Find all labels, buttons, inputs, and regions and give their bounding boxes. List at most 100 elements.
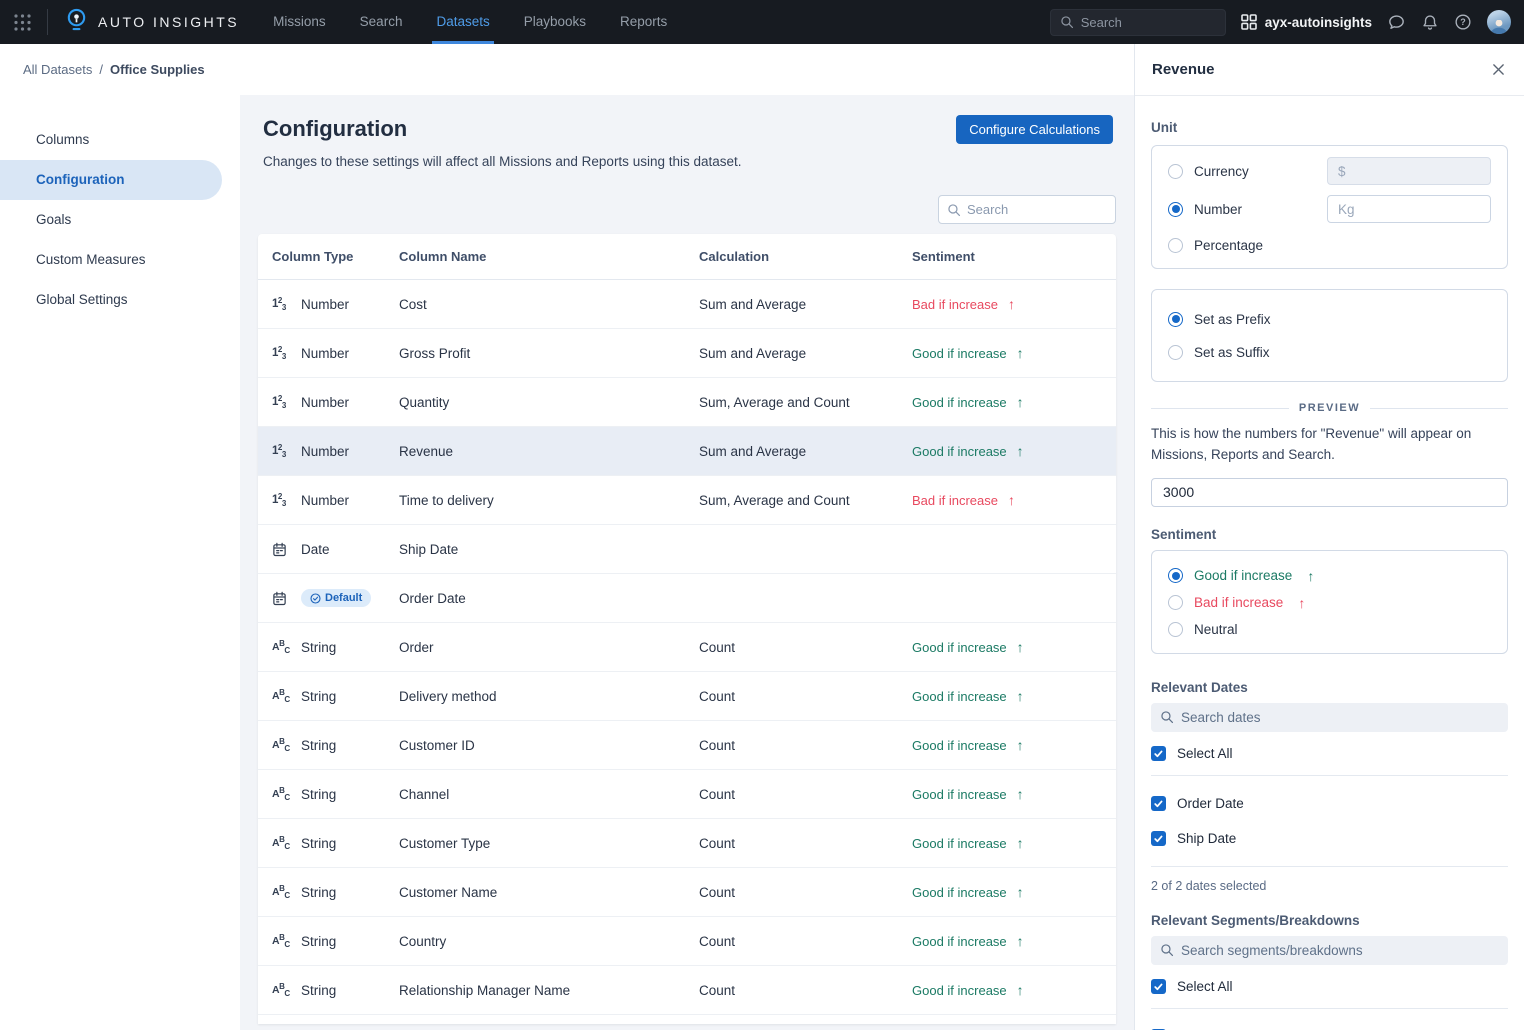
sidebar-item-columns[interactable]: Columns xyxy=(0,120,240,160)
help-icon[interactable]: ? xyxy=(1454,13,1472,31)
sentiment-text: Good if increase xyxy=(912,689,1007,704)
table-row-relationship-manager-name[interactable]: ABCStringRelationship Manager NameCountG… xyxy=(258,966,1116,1015)
user-avatar[interactable] xyxy=(1487,10,1511,34)
table-row-customer-id[interactable]: ABCStringCustomer IDCountGood if increas… xyxy=(258,721,1116,770)
table-row-ship-date[interactable]: DateShip Date xyxy=(258,525,1116,574)
select-all-checkbox[interactable] xyxy=(1151,979,1166,994)
calculation-value: Sum and Average xyxy=(699,444,912,459)
radio-label: Percentage xyxy=(1194,238,1263,253)
number-option[interactable]: Number xyxy=(1168,202,1242,217)
column-type-label: String xyxy=(301,983,336,998)
currency-option[interactable]: Currency xyxy=(1168,164,1249,179)
good-if-increase-option[interactable]: Good if increase↑ xyxy=(1168,568,1491,584)
select-all-option[interactable]: Select All xyxy=(1151,746,1508,761)
sidebar-item-custom-measures[interactable]: Custom Measures xyxy=(0,240,240,280)
sentiment-value: Bad if increase↑ xyxy=(912,296,1116,312)
sentiment-text: Good if increase xyxy=(912,787,1007,802)
preview-description: This is how the numbers for "Revenue" wi… xyxy=(1151,424,1508,466)
sidebar-item-global-settings[interactable]: Global Settings xyxy=(0,280,240,320)
preview-value-input[interactable] xyxy=(1151,478,1508,507)
sidebar-item-configuration[interactable]: Configuration xyxy=(0,160,222,200)
set-as-suffix-option[interactable]: Set as Suffix xyxy=(1168,345,1270,360)
sentiment-value: Good if increase↑ xyxy=(912,443,1116,459)
table-row-time-to-delivery[interactable]: 123NumberTime to deliverySum, Average an… xyxy=(258,476,1116,525)
nav-item-reports[interactable]: Reports xyxy=(616,0,671,44)
percentage-radio[interactable] xyxy=(1168,238,1183,253)
bad-if-increase-radio[interactable] xyxy=(1168,595,1183,610)
select-all-checkbox[interactable] xyxy=(1151,746,1166,761)
table-row-order-date[interactable]: DefaultOrder Date xyxy=(258,574,1116,623)
column-header-column-name: Column Name xyxy=(399,249,699,264)
ship-date-option[interactable]: Ship Date xyxy=(1151,831,1508,846)
table-row-gross-profit[interactable]: 123NumberGross ProfitSum and AverageGood… xyxy=(258,329,1116,378)
table-row-country[interactable]: ABCStringCountryCountGood if increase↑ xyxy=(258,917,1116,966)
neutral-radio[interactable] xyxy=(1168,622,1183,637)
number-123-icon: 123 xyxy=(272,443,292,459)
column-type-label: Date xyxy=(301,542,330,557)
number-radio[interactable] xyxy=(1168,202,1183,217)
sentiment-text: Bad if increase xyxy=(912,297,998,312)
currency-radio[interactable] xyxy=(1168,164,1183,179)
bell-icon[interactable] xyxy=(1421,13,1439,32)
sentiment-value: Bad if increase↑ xyxy=(912,492,1116,508)
table-row-revenue[interactable]: 123NumberRevenueSum and AverageGood if i… xyxy=(258,427,1116,476)
set-as-prefix-option[interactable]: Set as Prefix xyxy=(1168,312,1271,327)
nav-item-datasets[interactable]: Datasets xyxy=(432,0,493,44)
calculation-value: Count xyxy=(699,689,912,704)
column-header-sentiment: Sentiment xyxy=(912,249,1116,264)
neutral-option[interactable]: Neutral xyxy=(1168,622,1491,637)
sidebar-item-goals[interactable]: Goals xyxy=(0,200,240,240)
nav-item-missions[interactable]: Missions xyxy=(269,0,330,44)
breadcrumb-separator: / xyxy=(99,62,103,77)
select-all-option[interactable]: Select All xyxy=(1151,979,1508,994)
global-search-input[interactable] xyxy=(1081,15,1216,30)
number-unit-input[interactable] xyxy=(1327,195,1491,223)
brand-title: AUTO INSIGHTS xyxy=(98,14,239,30)
app-launcher-icon[interactable] xyxy=(0,13,47,32)
nav-item-playbooks[interactable]: Playbooks xyxy=(520,0,590,44)
order-date-checkbox[interactable] xyxy=(1151,796,1166,811)
dates-search[interactable] xyxy=(1151,703,1508,732)
segments-search-input[interactable] xyxy=(1181,943,1499,958)
global-search[interactable] xyxy=(1050,9,1226,36)
set-as-prefix-radio[interactable] xyxy=(1168,312,1183,327)
up-arrow-icon: ↑ xyxy=(1017,835,1024,851)
table-row-channel[interactable]: ABCStringChannelCountGood if increase↑ xyxy=(258,770,1116,819)
segments-search[interactable] xyxy=(1151,936,1508,965)
column-type-label: String xyxy=(301,689,336,704)
nav-item-search[interactable]: Search xyxy=(356,0,407,44)
sentiment-text: Good if increase xyxy=(912,444,1007,459)
dates-search-input[interactable] xyxy=(1181,710,1499,725)
order-date-option[interactable]: Order Date xyxy=(1151,796,1508,811)
calendar-icon xyxy=(272,591,292,606)
top-navbar: AUTO INSIGHTS Missions Search Datasets Play… xyxy=(0,0,1524,44)
table-row-cost[interactable]: 123NumberCostSum and AverageBad if incre… xyxy=(258,280,1116,329)
column-name: Channel xyxy=(399,787,699,802)
breadcrumb-all-datasets[interactable]: All Datasets xyxy=(23,62,92,77)
set-as-suffix-radio[interactable] xyxy=(1168,345,1183,360)
currency-unit-input[interactable] xyxy=(1327,157,1491,185)
column-type-label: Number xyxy=(301,493,349,508)
table-row-customer-name[interactable]: ABCStringCustomer NameCountGood if incre… xyxy=(258,868,1116,917)
table-search[interactable] xyxy=(938,195,1116,224)
workspace[interactable]: ayx-autoinsights xyxy=(1241,14,1372,30)
column-name: Order Date xyxy=(399,591,699,606)
percentage-option[interactable]: Percentage xyxy=(1168,238,1263,253)
sentiment-text: Good if increase xyxy=(912,395,1007,410)
chat-icon[interactable] xyxy=(1387,13,1406,32)
divider xyxy=(1151,866,1508,867)
nav-divider xyxy=(47,9,48,35)
table-row-delivery-method[interactable]: ABCStringDelivery methodCountGood if inc… xyxy=(258,672,1116,721)
close-icon[interactable] xyxy=(1490,61,1507,78)
bad-if-increase-option[interactable]: Bad if increase↑ xyxy=(1168,595,1491,611)
table-row-customer-type[interactable]: ABCStringCustomer TypeCountGood if incre… xyxy=(258,819,1116,868)
column-type-label: Number xyxy=(301,297,349,312)
sentiment-value: Good if increase↑ xyxy=(912,884,1116,900)
table-row-order[interactable]: ABCStringOrderCountGood if increase↑ xyxy=(258,623,1116,672)
good-if-increase-radio[interactable] xyxy=(1168,568,1183,583)
sentiment-text: Good if increase xyxy=(912,983,1007,998)
table-search-input[interactable] xyxy=(967,202,1107,217)
configure-calculations-button[interactable]: Configure Calculations xyxy=(956,115,1113,144)
table-row-quantity[interactable]: 123NumberQuantitySum, Average and CountG… xyxy=(258,378,1116,427)
ship-date-checkbox[interactable] xyxy=(1151,831,1166,846)
